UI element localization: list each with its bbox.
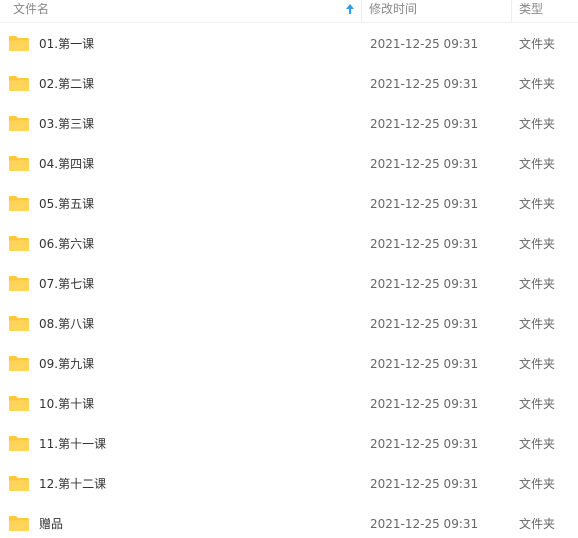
folder-icon bbox=[9, 476, 29, 491]
modified-date: 2021-12-25 09:31 bbox=[370, 357, 479, 371]
modified-date: 2021-12-25 09:31 bbox=[370, 437, 479, 451]
file-row[interactable]: 08.第八课 2021-12-25 09:31 文件夹 bbox=[0, 304, 578, 344]
modified-date: 2021-12-25 09:31 bbox=[370, 317, 479, 331]
folder-icon bbox=[9, 396, 29, 411]
file-name[interactable]: 01.第一课 bbox=[39, 24, 94, 64]
folder-icon bbox=[9, 116, 29, 131]
file-name[interactable]: 02.第二课 bbox=[39, 64, 94, 104]
file-type: 文件夹 bbox=[519, 157, 556, 171]
folder-icon bbox=[9, 276, 29, 291]
file-name[interactable]: 07.第七课 bbox=[39, 264, 94, 304]
file-type: 文件夹 bbox=[519, 277, 556, 291]
file-row[interactable]: 04.第四课 2021-12-25 09:31 文件夹 bbox=[0, 144, 578, 184]
column-header: 文件名 修改时间 类型 bbox=[0, 0, 578, 23]
folder-icon bbox=[9, 316, 29, 331]
file-name[interactable]: 12.第十二课 bbox=[39, 464, 106, 504]
column-date-header[interactable]: 修改时间 bbox=[369, 0, 509, 22]
file-name[interactable]: 08.第八课 bbox=[39, 304, 94, 344]
modified-date: 2021-12-25 09:31 bbox=[370, 77, 479, 91]
file-row[interactable]: 05.第五课 2021-12-25 09:31 文件夹 bbox=[0, 184, 578, 224]
modified-date: 2021-12-25 09:31 bbox=[370, 277, 479, 291]
file-row[interactable]: 01.第一课 2021-12-25 09:31 文件夹 bbox=[0, 24, 578, 64]
column-name-header[interactable]: 文件名 bbox=[13, 0, 359, 22]
file-type: 文件夹 bbox=[519, 237, 556, 251]
modified-date: 2021-12-25 09:31 bbox=[370, 117, 479, 131]
file-type: 文件夹 bbox=[519, 477, 556, 491]
file-rows: 01.第一课 2021-12-25 09:31 文件夹 02.第二课 2021-12-2… bbox=[0, 24, 578, 538]
folder-icon bbox=[9, 196, 29, 211]
modified-date: 2021-12-25 09:31 bbox=[370, 237, 479, 251]
file-row[interactable]: 07.第七课 2021-12-25 09:31 文件夹 bbox=[0, 264, 578, 304]
file-row[interactable]: 09.第九课 2021-12-25 09:31 文件夹 bbox=[0, 344, 578, 384]
file-type: 文件夹 bbox=[519, 357, 556, 371]
file-type: 文件夹 bbox=[519, 37, 556, 51]
file-row[interactable]: 03.第三课 2021-12-25 09:31 文件夹 bbox=[0, 104, 578, 144]
file-name[interactable]: 09.第九课 bbox=[39, 344, 94, 384]
file-type: 文件夹 bbox=[519, 117, 556, 131]
folder-icon bbox=[9, 436, 29, 451]
file-row[interactable]: 06.第六课 2021-12-25 09:31 文件夹 bbox=[0, 224, 578, 264]
folder-icon bbox=[9, 516, 29, 531]
file-name[interactable]: 05.第五课 bbox=[39, 184, 94, 224]
file-row[interactable]: 02.第二课 2021-12-25 09:31 文件夹 bbox=[0, 64, 578, 104]
folder-icon bbox=[9, 36, 29, 51]
file-name[interactable]: 11.第十一课 bbox=[39, 424, 106, 464]
file-type: 文件夹 bbox=[519, 397, 556, 411]
folder-icon bbox=[9, 356, 29, 371]
modified-date: 2021-12-25 09:31 bbox=[370, 37, 479, 51]
file-type: 文件夹 bbox=[519, 317, 556, 331]
file-row[interactable]: 11.第十一课 2021-12-25 09:31 文件夹 bbox=[0, 424, 578, 464]
file-name[interactable]: 03.第三课 bbox=[39, 104, 94, 144]
sort-up-arrow-icon[interactable] bbox=[345, 3, 355, 15]
folder-icon bbox=[9, 236, 29, 251]
modified-date: 2021-12-25 09:31 bbox=[370, 477, 479, 491]
column-divider[interactable] bbox=[361, 0, 362, 22]
folder-icon bbox=[9, 156, 29, 171]
column-type-header[interactable]: 类型 bbox=[519, 0, 578, 22]
file-row[interactable]: 赠品 2021-12-25 09:31 文件夹 bbox=[0, 504, 578, 538]
file-type: 文件夹 bbox=[519, 197, 556, 211]
modified-date: 2021-12-25 09:31 bbox=[370, 517, 479, 531]
modified-date: 2021-12-25 09:31 bbox=[370, 197, 479, 211]
file-row[interactable]: 12.第十二课 2021-12-25 09:31 文件夹 bbox=[0, 464, 578, 504]
folder-icon bbox=[9, 76, 29, 91]
file-name[interactable]: 04.第四课 bbox=[39, 144, 94, 184]
file-row[interactable]: 10.第十课 2021-12-25 09:31 文件夹 bbox=[0, 384, 578, 424]
file-type: 文件夹 bbox=[519, 517, 556, 531]
file-list: 文件名 修改时间 类型 01.第一课 2021-12-25 09:31 文件夹 02.… bbox=[0, 0, 578, 538]
file-name[interactable]: 10.第十课 bbox=[39, 384, 94, 424]
file-name[interactable]: 赠品 bbox=[39, 504, 63, 538]
modified-date: 2021-12-25 09:31 bbox=[370, 157, 479, 171]
file-name[interactable]: 06.第六课 bbox=[39, 224, 94, 264]
file-type: 文件夹 bbox=[519, 437, 556, 451]
file-type: 文件夹 bbox=[519, 77, 556, 91]
modified-date: 2021-12-25 09:31 bbox=[370, 397, 479, 411]
column-divider[interactable] bbox=[511, 0, 512, 22]
